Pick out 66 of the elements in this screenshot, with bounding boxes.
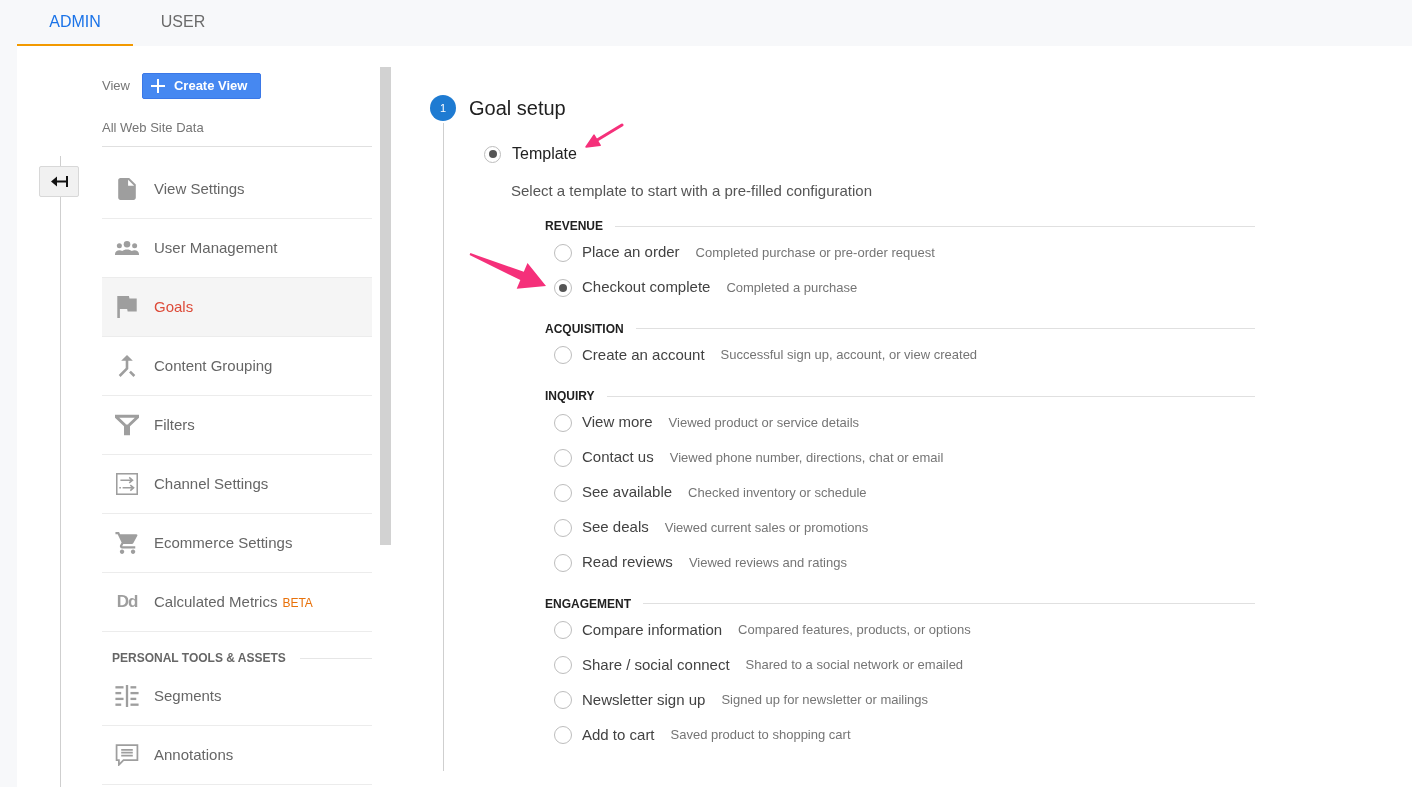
option-label: Checkout complete: [582, 277, 711, 298]
option-description: Shared to a social network or emailed: [745, 656, 964, 675]
option-description: Signed up for newsletter or mailings: [721, 691, 929, 710]
option-label: Compare information: [582, 619, 723, 640]
section-heading: PERSONAL TOOLS & ASSETS: [112, 650, 286, 667]
flag-icon: [115, 296, 139, 318]
option-label: Newsletter sign up: [582, 689, 706, 710]
radio-button[interactable]: [554, 553, 572, 572]
radio-button[interactable]: [554, 346, 572, 364]
beta-label: BETA: [282, 595, 313, 612]
option-description: Checked inventory or schedule: [688, 483, 867, 502]
letters-icon: Dd: [114, 589, 140, 615]
option-label: Create an account: [582, 344, 705, 365]
radio-button[interactable]: [554, 691, 572, 709]
view-label: View: [102, 77, 130, 96]
step-title: Goal setup: [469, 96, 566, 121]
option-description: Compared features, products, or options: [738, 621, 971, 640]
plus-icon: [150, 79, 165, 93]
speech-bubble-icon: [115, 744, 139, 766]
group-heading: INQUIRY: [545, 388, 595, 405]
option-description: Completed purchase or pre-order request: [695, 243, 935, 262]
option-description: Completed a purchase: [726, 278, 858, 297]
radio-button[interactable]: [554, 518, 572, 537]
document-icon: [115, 178, 139, 200]
option-description: Viewed reviews and ratings: [688, 553, 847, 572]
arrow-icon: [584, 123, 625, 150]
back-button[interactable]: [39, 166, 79, 197]
option-label: View more: [582, 412, 653, 433]
option-label: Share / social connect: [582, 654, 730, 675]
group-heading: ACQUISITION: [545, 320, 624, 338]
option-label: Contact us: [582, 447, 654, 468]
funnel-icon: [115, 414, 139, 436]
option-label: Read reviews: [582, 552, 673, 573]
view-name: All Web Site Data: [102, 120, 204, 135]
back-arrow-icon: [50, 176, 68, 187]
radio-button[interactable]: [554, 621, 572, 639]
group-heading: ENGAGEMENT: [545, 595, 631, 613]
group-heading: REVENUE: [545, 218, 603, 235]
segment-lines-icon: [115, 685, 139, 707]
option-label: Place an order: [582, 242, 680, 263]
radio-button[interactable]: [554, 413, 572, 432]
step-number: 1: [430, 95, 456, 121]
description-text: Select a template to start with a pre-filled configuration: [511, 180, 873, 201]
option-label: Template: [512, 144, 577, 164]
option-label: Add to cart: [582, 724, 655, 745]
create-view-button[interactable]: Create View: [141, 73, 262, 99]
option-description: Viewed phone number, directions, chat or email: [669, 448, 944, 467]
option-label: See available: [582, 482, 673, 503]
arrow-icon: [468, 252, 548, 290]
cart-icon: [115, 532, 139, 554]
arrows-square-icon: [115, 473, 139, 495]
radio-button[interactable]: [554, 483, 572, 502]
scrollbar-thumb[interactable]: [380, 67, 391, 545]
radio-button[interactable]: [554, 656, 572, 674]
radio-button[interactable]: [554, 243, 572, 262]
option-description: Viewed current sales or promotions: [664, 518, 869, 537]
radio-button[interactable]: [554, 278, 572, 297]
option-description: Successful sign up, account, or view created: [720, 346, 978, 365]
radio-button[interactable]: [554, 726, 572, 744]
option-description: Saved product to shopping cart: [670, 726, 851, 745]
option-label: See deals: [582, 517, 649, 538]
option-description: Viewed product or service details: [668, 413, 860, 432]
radio-button[interactable]: [484, 145, 501, 163]
tab[interactable]: USER: [133, 0, 233, 46]
radio-button[interactable]: [554, 448, 572, 467]
sidebar-item[interactable]: Goals: [102, 278, 372, 337]
